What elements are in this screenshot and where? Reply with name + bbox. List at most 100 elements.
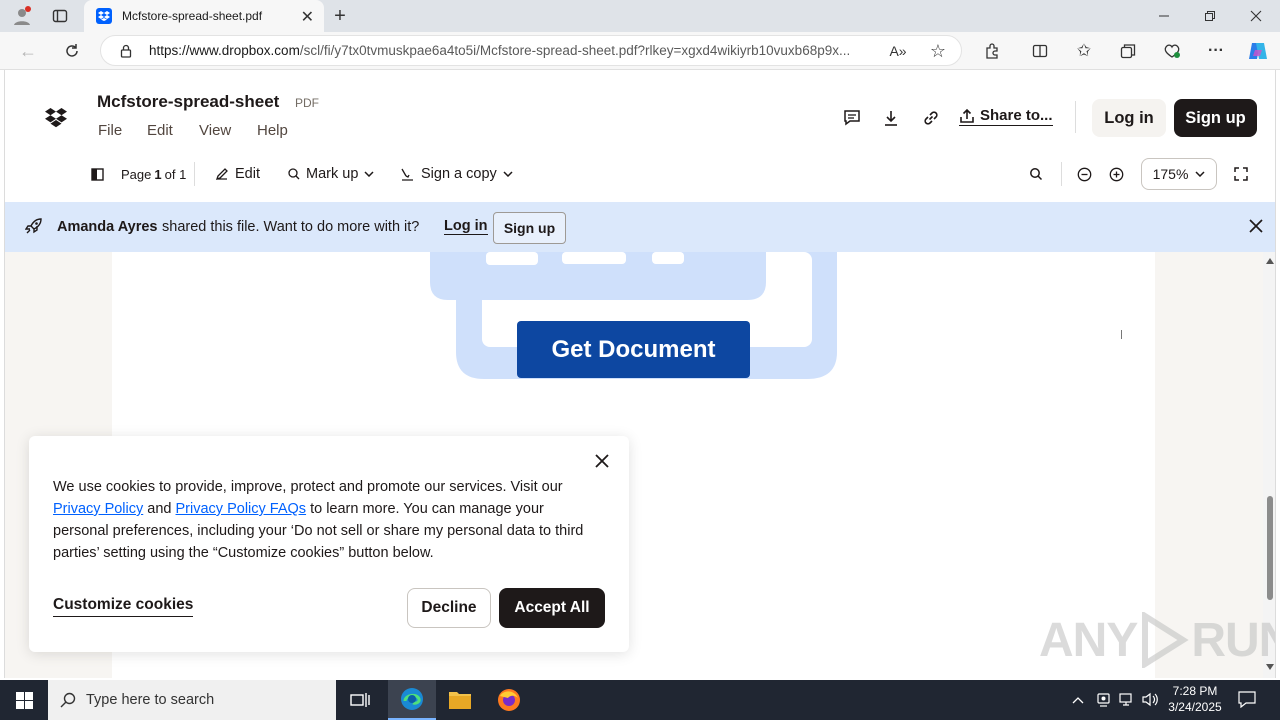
sidebar-toggle-icon[interactable] <box>91 162 104 186</box>
edit-label: Edit <box>235 166 260 182</box>
split-screen-icon[interactable] <box>1028 39 1052 63</box>
extensions-icon[interactable] <box>980 39 1004 63</box>
minimize-icon[interactable] <box>1152 4 1176 28</box>
restore-icon[interactable] <box>1198 4 1222 28</box>
cookie-text-and: and <box>147 501 172 517</box>
show-hidden-icons-icon[interactable] <box>1071 693 1085 711</box>
task-view-icon[interactable] <box>350 691 370 714</box>
rocket-icon <box>25 217 43 235</box>
page-label-suffix: of 1 <box>164 166 187 182</box>
header-signup-button[interactable]: Sign up <box>1174 99 1257 137</box>
zoom-value: 175% <box>1152 166 1189 182</box>
banner-signup-button[interactable]: Sign up <box>493 212 566 244</box>
search-icon[interactable] <box>1029 162 1043 186</box>
page-indicator: Page 1 of 1 <box>121 162 186 186</box>
menu-file[interactable]: File <box>98 122 122 139</box>
close-window-icon[interactable] <box>1244 4 1268 28</box>
menu-help[interactable]: Help <box>257 122 288 139</box>
address-bar-row: ← https://www.dropbox.com/scl/fi/y7tx0tv… <box>0 32 1280 70</box>
decline-button[interactable]: Decline <box>407 588 491 628</box>
share-to-label: Share to... <box>980 107 1053 124</box>
cookie-consent-dialog: We use cookies to provide, improve, prot… <box>29 436 629 652</box>
text-cursor <box>1121 330 1122 339</box>
cookie-message: We use cookies to provide, improve, prot… <box>53 476 593 564</box>
file-explorer-icon[interactable] <box>448 689 472 716</box>
download-icon[interactable] <box>882 109 900 132</box>
toolbar-divider <box>1061 162 1062 186</box>
chevron-down-icon <box>503 171 513 177</box>
url-host: https://www.dropbox.com <box>149 43 300 58</box>
zoom-in-icon[interactable] <box>1109 162 1124 186</box>
copilot-icon[interactable] <box>1246 39 1270 63</box>
clock-time: 7:28 PM <box>1172 684 1218 698</box>
network-icon[interactable] <box>1119 692 1135 712</box>
share-to-button[interactable]: Share to... <box>959 107 1053 126</box>
chevron-down-icon <box>1195 171 1205 177</box>
dropbox-logo-icon[interactable] <box>45 108 67 133</box>
zoom-select[interactable]: 175% <box>1141 158 1217 190</box>
page-label-prefix: Page <box>121 166 152 182</box>
comment-icon[interactable] <box>843 109 861 132</box>
refresh-icon[interactable] <box>60 39 84 63</box>
windows-start-icon[interactable] <box>16 692 33 714</box>
chevron-down-icon <box>364 171 374 177</box>
close-cookie-icon[interactable] <box>595 454 609 468</box>
markup-dropdown[interactable]: Mark up <box>287 162 374 186</box>
privacy-policy-link[interactable]: Privacy Policy <box>53 501 143 517</box>
firefox-icon[interactable] <box>497 688 521 717</box>
collections-icon[interactable] <box>1116 39 1140 63</box>
url-input[interactable]: https://www.dropbox.com/scl/fi/y7tx0tvmu… <box>100 35 962 66</box>
zoom-out-icon[interactable] <box>1077 162 1092 186</box>
banner-sharer: Amanda Ayres <box>57 219 158 235</box>
menu-edit[interactable]: Edit <box>147 122 173 139</box>
read-aloud-icon[interactable]: A» <box>886 39 910 63</box>
banner-login-link[interactable]: Log in <box>444 218 488 235</box>
get-document-button[interactable]: Get Document <box>517 321 750 378</box>
clock-date: 3/24/2025 <box>1168 700 1222 714</box>
edit-button[interactable]: Edit <box>215 162 260 186</box>
menu-view[interactable]: View <box>199 122 231 139</box>
accept-all-button[interactable]: Accept All <box>499 588 605 628</box>
tab-title: Mcfstore-spread-sheet.pdf <box>122 9 263 23</box>
customize-cookies-link[interactable]: Customize cookies <box>53 596 194 617</box>
url-path: /scl/fi/y7tx0tvmuskpae6a4to5i/Mcfstore-s… <box>299 43 851 58</box>
favorite-star-icon[interactable]: ☆ <box>926 39 950 63</box>
favorites-icon[interactable]: ✩ <box>1072 39 1096 63</box>
sign-copy-label: Sign a copy <box>421 166 497 182</box>
browser-essentials-icon[interactable] <box>1160 39 1184 63</box>
close-tab-icon[interactable]: ✕ <box>301 7 314 27</box>
copy-link-icon[interactable] <box>922 109 940 132</box>
site-info-icon[interactable] <box>114 39 138 63</box>
new-tab-icon[interactable]: + <box>328 4 352 28</box>
clock[interactable]: 7:28 PM 3/24/2025 <box>1164 683 1226 715</box>
scroll-up-icon[interactable] <box>1266 258 1274 264</box>
fullscreen-icon[interactable] <box>1234 162 1248 186</box>
sign-copy-dropdown[interactable]: Sign a copy <box>400 162 513 186</box>
browser-tab[interactable]: Mcfstore-spread-sheet.pdf ✕ <box>84 0 324 32</box>
more-options-icon[interactable]: ··· <box>1204 39 1228 63</box>
document-title: Mcfstore-spread-sheet <box>97 92 280 111</box>
play-logo-icon <box>1142 612 1189 668</box>
dropbox-page: Mcfstore-spread-sheet PDF File Edit View… <box>4 70 1276 678</box>
dropbox-header: Mcfstore-spread-sheet PDF File Edit View… <box>5 70 1275 202</box>
share-icon <box>959 108 975 124</box>
viewer-toolbar: Page 1 of 1 Edit Mark up Sign a copy 175… <box>5 158 1275 194</box>
meet-now-icon[interactable] <box>1096 692 1111 712</box>
profile-icon[interactable] <box>10 4 34 28</box>
back-icon[interactable]: ← <box>16 39 40 63</box>
edge-taskbar-icon[interactable] <box>388 680 436 720</box>
markup-label: Mark up <box>306 166 359 182</box>
anyrun-watermark: ANY RUN <box>1039 612 1275 668</box>
signature-icon <box>400 167 415 182</box>
scrollbar-thumb[interactable] <box>1267 496 1273 600</box>
tab-actions-icon[interactable] <box>48 4 72 28</box>
volume-icon[interactable] <box>1142 692 1159 712</box>
close-banner-icon[interactable] <box>1249 219 1263 233</box>
header-divider <box>1075 101 1076 133</box>
notifications-icon[interactable] <box>1238 691 1256 713</box>
windows-taskbar: Type here to search 7:28 PM 3/24/2025 <box>0 680 1280 720</box>
header-login-button[interactable]: Log in <box>1092 99 1166 137</box>
privacy-faqs-link[interactable]: Privacy Policy FAQs <box>176 501 307 517</box>
taskbar-search-input[interactable]: Type here to search <box>48 680 336 720</box>
pencil-icon <box>215 167 229 181</box>
